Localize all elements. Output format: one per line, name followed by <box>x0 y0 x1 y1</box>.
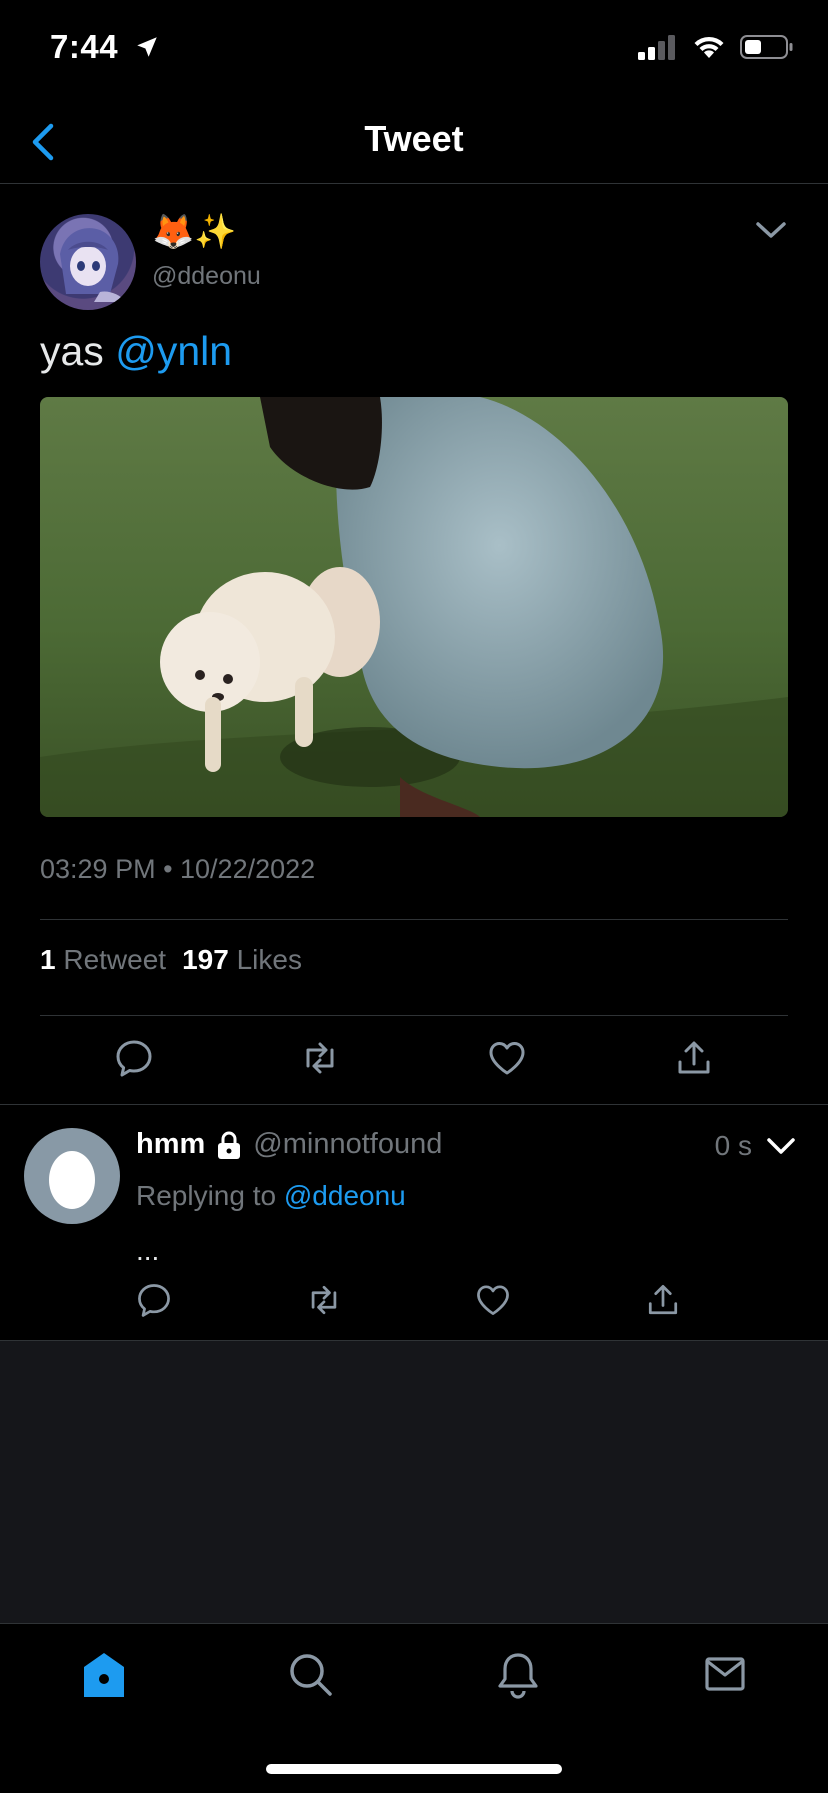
avatar[interactable] <box>40 214 136 310</box>
chevron-down-icon <box>767 1138 795 1154</box>
chevron-down-icon <box>756 222 786 238</box>
tab-home[interactable] <box>76 1647 132 1703</box>
tweet-text: yas @ynln <box>40 328 232 375</box>
replying-to: Replying to @ddeonu <box>136 1180 406 1212</box>
tweet-timestamp: 03:29 PM • 10/22/2022 <box>40 854 316 884</box>
wifi-icon <box>694 36 724 58</box>
avatar-illustration <box>60 228 126 302</box>
page-title: Tweet <box>364 118 464 159</box>
replying-to-label: Replying to <box>136 1180 277 1211</box>
retweet-count: 1 <box>40 944 56 975</box>
like-button[interactable] <box>485 1036 529 1080</box>
retweet-label: Retweet <box>63 944 167 975</box>
share-button[interactable] <box>672 1036 716 1080</box>
search-icon <box>290 1654 332 1696</box>
lock-icon <box>218 1131 241 1159</box>
status-time: 7:44 <box>50 28 160 66</box>
reply-button[interactable] <box>112 1036 156 1080</box>
photo-image <box>40 397 788 817</box>
home-indicator <box>266 1764 562 1774</box>
tweet-photo[interactable] <box>40 397 788 817</box>
default-egg-avatar <box>49 1151 95 1209</box>
tab-search[interactable] <box>283 1647 339 1703</box>
reply-retweet-button[interactable] <box>304 1280 348 1324</box>
divider <box>40 1015 788 1016</box>
reply-reply-button[interactable] <box>134 1280 178 1324</box>
location-arrow-icon <box>136 37 157 57</box>
reply-avatar[interactable] <box>24 1128 120 1224</box>
cellular-signal-icon <box>638 35 675 60</box>
retweet-button[interactable] <box>298 1036 342 1080</box>
like-count: 197 <box>182 944 229 975</box>
divider <box>0 1104 828 1105</box>
user-handle[interactable]: @ddeonu <box>152 262 261 291</box>
nav-divider <box>0 183 828 184</box>
divider <box>40 919 788 920</box>
battery-icon <box>740 35 793 59</box>
reply-like-button[interactable] <box>473 1280 517 1324</box>
home-icon <box>84 1653 124 1697</box>
reply-handle[interactable]: @minnotfound <box>253 1128 442 1161</box>
mention-link[interactable]: @ynln <box>115 328 232 374</box>
retweet-icon <box>306 1042 334 1074</box>
retweet-stat[interactable]: 1 Retweet <box>40 944 166 976</box>
reply-display-name: hmm <box>136 1128 206 1160</box>
mail-icon <box>705 1657 745 1691</box>
display-name: 🦊✨ <box>152 213 237 251</box>
reply-header: hmm @minnotfound <box>136 1128 442 1161</box>
bell-icon <box>498 1653 538 1699</box>
tab-notifications[interactable] <box>490 1647 546 1703</box>
comment-icon <box>138 1284 170 1317</box>
retweet-icon <box>311 1285 337 1315</box>
heart-icon <box>477 1285 509 1315</box>
share-icon <box>678 1041 710 1074</box>
tweet-options-button[interactable] <box>754 218 788 242</box>
tab-messages[interactable] <box>697 1647 753 1703</box>
comment-icon <box>116 1040 152 1077</box>
reply-text: ... <box>136 1235 160 1266</box>
like-label: Likes <box>236 944 302 975</box>
share-icon <box>648 1285 678 1315</box>
tweet-stats: 1 Retweet 197 Likes <box>40 944 302 976</box>
reply-time: 0 s <box>714 1130 752 1161</box>
heart-icon <box>489 1042 525 1075</box>
empty-space <box>0 1341 828 1623</box>
replying-to-mention[interactable]: @ddeonu <box>284 1180 406 1211</box>
status-indicators <box>638 34 794 60</box>
tweet-text-body: yas <box>40 328 104 374</box>
reply-options-button[interactable] <box>766 1135 796 1157</box>
like-stat[interactable]: 197 Likes <box>182 944 302 976</box>
reply-share-button[interactable] <box>643 1280 687 1324</box>
